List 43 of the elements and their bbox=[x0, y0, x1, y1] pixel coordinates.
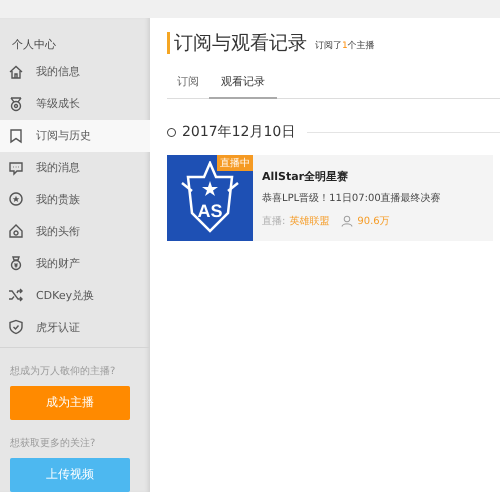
viewer-count: 90.6万 bbox=[357, 215, 390, 228]
stream-description: 恭喜LPL晋级！11日07:00直播最终决赛 bbox=[262, 192, 441, 205]
sidebar-item[interactable]: 我的贵族 bbox=[0, 184, 150, 216]
badge-icon bbox=[8, 223, 24, 240]
home-icon bbox=[8, 64, 24, 80]
timeline-dot-icon bbox=[167, 128, 176, 136]
sidebar-item[interactable]: CDKey兑换 bbox=[0, 279, 150, 312]
sidebar-item[interactable]: 我的消息 bbox=[0, 152, 150, 184]
money-bag-icon bbox=[8, 255, 24, 272]
page-title: 订阅与观看记录 bbox=[167, 32, 307, 54]
chat-icon bbox=[8, 160, 24, 176]
category-label: 直播: bbox=[262, 214, 286, 228]
sidebar-item-label: 我的消息 bbox=[36, 160, 80, 176]
shuffle-icon bbox=[8, 287, 24, 304]
sidebar-item[interactable]: 我的财产 bbox=[0, 247, 150, 280]
history-card[interactable]: 直播中 AS AllStar全明星赛 恭喜LPL晋级！11日07:00直播最终决赛 直播: 英雄联盟 90.6万 bbox=[167, 155, 493, 241]
sidebar-item[interactable]: 虎牙认证 bbox=[0, 311, 150, 343]
shield-icon bbox=[8, 319, 24, 336]
sidebar-item-label: 我的信息 bbox=[36, 64, 80, 80]
sidebar-item-label: 等级成长 bbox=[36, 96, 80, 112]
sidebar-item[interactable]: 我的信息 bbox=[0, 56, 150, 88]
sidebar-item[interactable]: 等级成长 bbox=[0, 88, 150, 120]
sidebar-item[interactable]: 订阅与历史 bbox=[0, 120, 150, 152]
user-icon bbox=[341, 215, 354, 227]
stream-title: AllStar全明星赛 bbox=[262, 169, 350, 184]
sidebar-item-label: CDKey兑换 bbox=[36, 288, 94, 303]
promo-question: 想获取更多的关注? bbox=[10, 436, 96, 450]
medal-icon bbox=[8, 96, 24, 112]
subscription-count: 订阅了1个主播 bbox=[315, 40, 375, 53]
sidebar-heading: 个人中心 bbox=[11, 37, 57, 52]
sidebar-item[interactable]: 我的头衔 bbox=[0, 215, 150, 248]
tab[interactable]: 订阅 bbox=[165, 68, 211, 99]
bookmark-icon bbox=[8, 128, 24, 144]
sidebar-item-label: 虎牙认证 bbox=[36, 320, 80, 335]
live-badge: 直播中 bbox=[217, 155, 253, 171]
sidebar-item-label: 我的贵族 bbox=[36, 192, 80, 207]
sidebar-item-label: 我的头衔 bbox=[36, 224, 80, 239]
sidebar-item-label: 订阅与历史 bbox=[36, 128, 91, 144]
sidebar-item-label: 我的财产 bbox=[36, 256, 80, 271]
tab[interactable]: 观看记录 bbox=[209, 68, 277, 99]
logo-text: AS bbox=[198, 201, 222, 221]
promo-question: 想成为万人敬仰的主播? bbox=[10, 364, 116, 378]
history-date: 2017年12月10日 bbox=[182, 123, 296, 141]
